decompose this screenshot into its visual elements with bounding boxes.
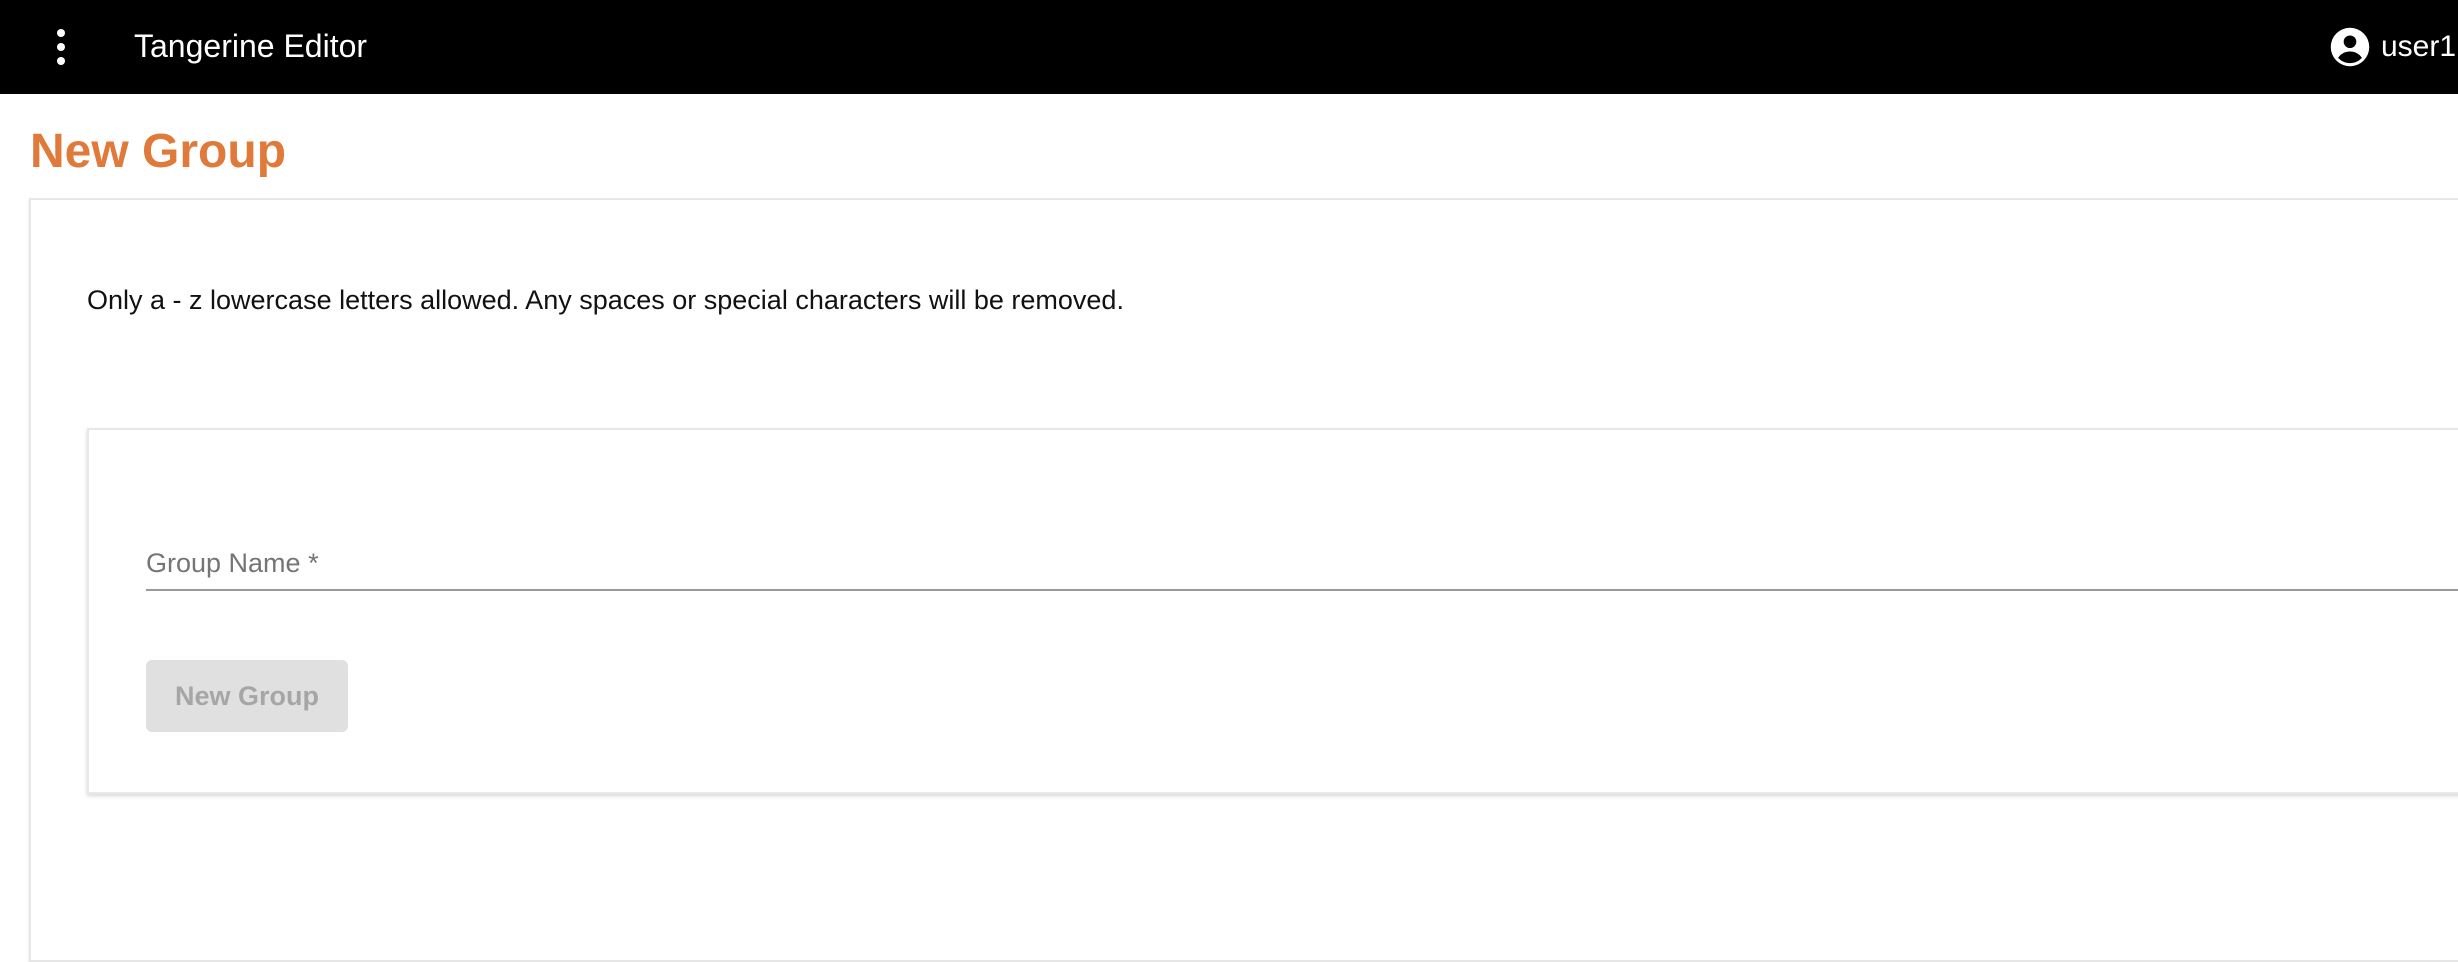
group-name-input[interactable] [146, 589, 2458, 591]
user-name: user1 [2380, 30, 2456, 63]
menu-dot [57, 43, 65, 51]
new-group-button[interactable]: New Group [146, 660, 348, 732]
group-name-label[interactable]: Group Name * [146, 546, 319, 580]
menu-dot [57, 29, 65, 37]
page-title: New Group [30, 125, 287, 178]
user-menu[interactable]: user1 [2329, 22, 2458, 72]
new-group-form [87, 428, 2458, 794]
more-vert-icon[interactable] [36, 22, 86, 72]
account-circle-icon [2330, 27, 2370, 67]
menu-dot [57, 57, 65, 65]
top-app-bar: Tangerine Editor user1 [0, 0, 2458, 94]
app-title: Tangerine Editor [134, 28, 368, 64]
help-text: Only a - z lowercase letters allowed. An… [87, 285, 1124, 315]
